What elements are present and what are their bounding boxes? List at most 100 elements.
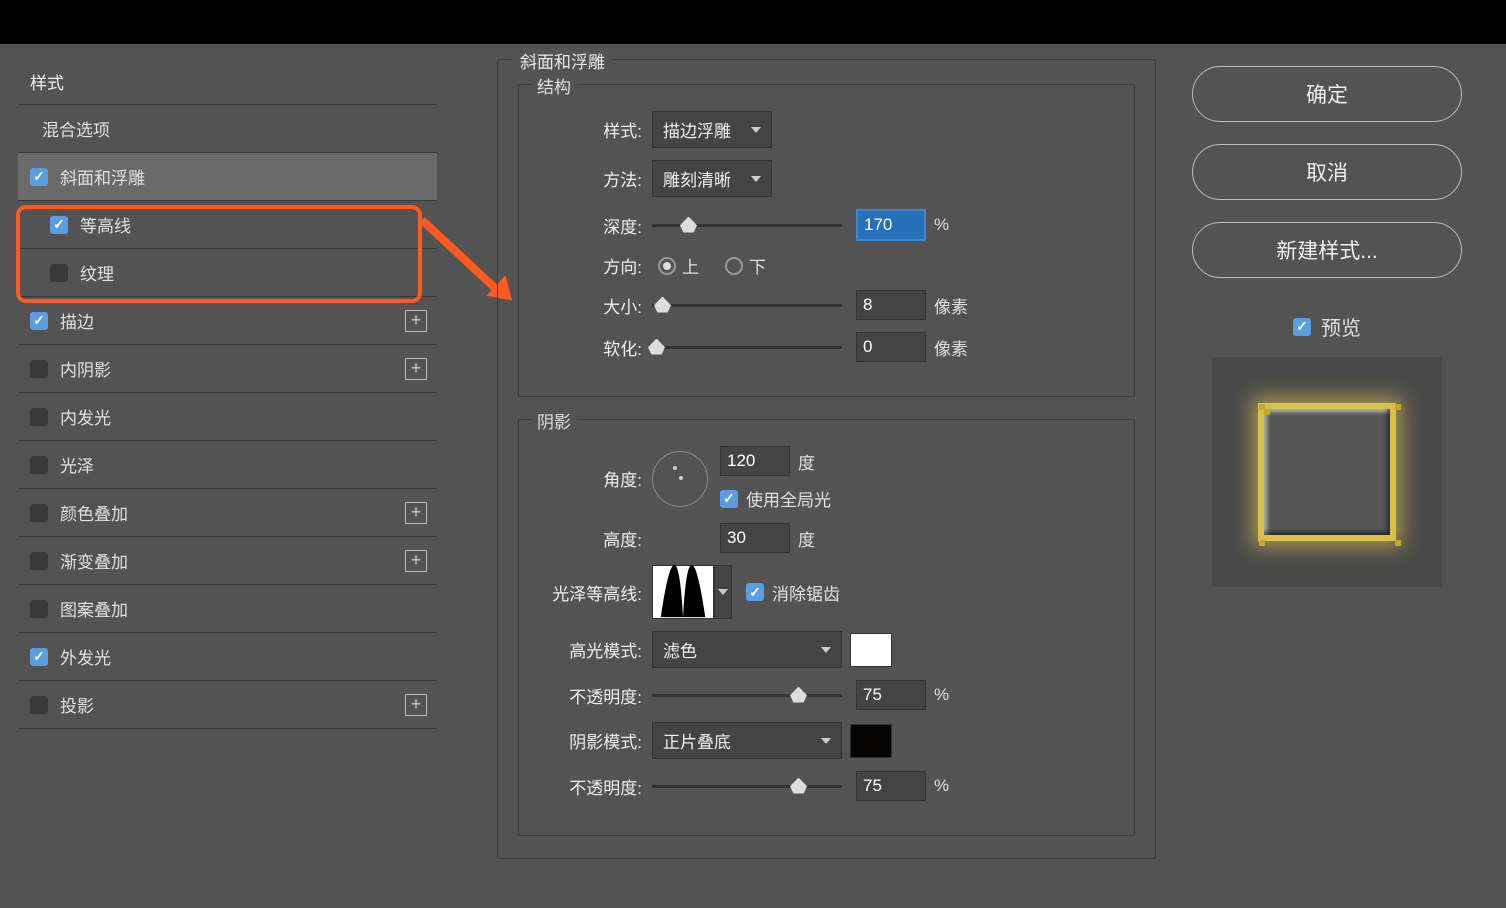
soften-input[interactable] <box>856 332 926 362</box>
style-item-label: 图案叠加 <box>60 596 128 621</box>
preview-thumbnail <box>1212 357 1442 587</box>
size-slider[interactable] <box>652 304 842 307</box>
direction-down-radio[interactable] <box>725 257 743 275</box>
add-effect-icon[interactable]: + <box>405 358 427 380</box>
style-item-label: 渐变叠加 <box>60 548 128 573</box>
style-item-0[interactable]: 混合选项 <box>18 105 437 153</box>
shadow-opacity-label: 不透明度: <box>537 774 652 799</box>
altitude-input[interactable] <box>720 523 790 553</box>
style-item-checkbox[interactable] <box>30 408 48 426</box>
highlight-opacity-input[interactable] <box>856 680 926 710</box>
shading-group: 阴影 角度: 度 使用全局光 <box>518 419 1135 836</box>
highlight-opacity-slider[interactable] <box>652 694 842 697</box>
style-item-label: 内阴影 <box>60 356 111 381</box>
style-item-1[interactable]: 斜面和浮雕 <box>18 153 437 201</box>
style-item-checkbox[interactable] <box>30 696 48 714</box>
soften-slider[interactable] <box>652 346 842 349</box>
shadow-color-swatch[interactable] <box>850 724 892 758</box>
style-item-checkbox[interactable] <box>30 504 48 522</box>
size-unit: 像素 <box>934 293 968 318</box>
style-label: 样式: <box>537 117 652 142</box>
preview-label: 预览 <box>1321 312 1361 341</box>
add-effect-icon[interactable]: + <box>405 694 427 716</box>
shading-legend: 阴影 <box>531 408 577 433</box>
style-item-8[interactable]: 颜色叠加 + <box>18 489 437 537</box>
shadow-opacity-input[interactable] <box>856 771 926 801</box>
dialog-buttons-panel: 确定 取消 新建样式... 预览 <box>1166 44 1506 908</box>
technique-dropdown[interactable]: 雕刻清晰 <box>652 160 772 197</box>
style-item-checkbox[interactable] <box>50 216 68 234</box>
angle-dial[interactable] <box>652 451 708 507</box>
style-dropdown[interactable]: 描边浮雕 <box>652 111 772 148</box>
direction-up-label: 上 <box>682 253 699 278</box>
gloss-contour-picker[interactable] <box>652 565 714 619</box>
angle-label: 角度: <box>537 466 652 491</box>
global-light-label: 使用全局光 <box>746 486 831 511</box>
antialias-label: 消除锯齿 <box>772 580 840 605</box>
highlight-opacity-unit: % <box>934 685 949 705</box>
style-item-checkbox[interactable] <box>30 648 48 666</box>
highlight-color-swatch[interactable] <box>850 633 892 667</box>
angle-unit: 度 <box>798 449 815 474</box>
soften-label: 软化: <box>537 335 652 360</box>
angle-input[interactable] <box>720 446 790 476</box>
style-item-label: 外发光 <box>60 644 111 669</box>
style-item-9[interactable]: 渐变叠加 + <box>18 537 437 585</box>
new-style-button[interactable]: 新建样式... <box>1192 222 1462 278</box>
highlight-mode-dropdown[interactable]: 滤色 <box>652 631 842 668</box>
direction-label: 方向: <box>537 253 652 278</box>
style-item-label: 投影 <box>60 692 94 717</box>
ok-button[interactable]: 确定 <box>1192 66 1462 122</box>
layer-style-dialog: 样式 混合选项斜面和浮雕等高线纹理描边+ 内阴影 + 内发光光泽颜色叠加 + 渐变叠加 + 图… <box>0 44 1506 908</box>
style-item-7[interactable]: 光泽 <box>18 441 437 489</box>
highlight-mode-label: 高光模式: <box>537 637 652 662</box>
style-item-5[interactable]: 内阴影 + <box>18 345 437 393</box>
style-item-label: 斜面和浮雕 <box>60 164 145 189</box>
styles-list-panel: 样式 混合选项斜面和浮雕等高线纹理描边+ 内阴影 + 内发光光泽颜色叠加 + 渐变叠加 + 图… <box>18 59 437 908</box>
style-item-label: 颜色叠加 <box>60 500 128 525</box>
style-item-checkbox[interactable] <box>30 312 48 330</box>
size-input[interactable] <box>856 290 926 320</box>
styles-header: 样式 <box>18 59 437 105</box>
altitude-label: 高度: <box>537 526 652 551</box>
size-label: 大小: <box>537 293 652 318</box>
style-item-11[interactable]: 外发光 <box>18 633 437 681</box>
bevel-emboss-settings: 斜面和浮雕 结构 样式: 描边浮雕 方法: 雕刻清晰 深度: % <box>437 44 1166 908</box>
cancel-button[interactable]: 取消 <box>1192 144 1462 200</box>
style-item-checkbox[interactable] <box>30 456 48 474</box>
direction-down-label: 下 <box>749 253 766 278</box>
style-item-10[interactable]: 图案叠加 <box>18 585 437 633</box>
style-item-label: 纹理 <box>80 260 114 285</box>
shadow-mode-dropdown[interactable]: 正片叠底 <box>652 722 842 759</box>
depth-input[interactable] <box>856 209 926 241</box>
depth-slider[interactable] <box>652 224 842 227</box>
add-effect-icon[interactable]: + <box>405 310 427 332</box>
style-item-6[interactable]: 内发光 <box>18 393 437 441</box>
preview-frame-graphic <box>1258 403 1396 541</box>
shadow-opacity-slider[interactable] <box>652 785 842 788</box>
style-item-label: 等高线 <box>80 212 131 237</box>
style-item-checkbox[interactable] <box>50 264 68 282</box>
preview-checkbox[interactable] <box>1293 318 1311 336</box>
style-item-checkbox[interactable] <box>30 168 48 186</box>
style-item-checkbox[interactable] <box>30 600 48 618</box>
shadow-mode-label: 阴影模式: <box>537 728 652 753</box>
add-effect-icon[interactable]: + <box>405 502 427 524</box>
style-item-4[interactable]: 描边+ <box>18 297 437 345</box>
gloss-contour-dropdown[interactable] <box>714 565 732 619</box>
antialias-checkbox[interactable] <box>746 583 764 601</box>
style-item-label: 光泽 <box>60 452 94 477</box>
technique-label: 方法: <box>537 166 652 191</box>
direction-up-radio[interactable] <box>658 257 676 275</box>
style-item-3[interactable]: 纹理 <box>18 249 437 297</box>
global-light-checkbox[interactable] <box>720 490 738 508</box>
style-item-label: 混合选项 <box>42 116 110 141</box>
gloss-contour-label: 光泽等高线: <box>537 580 652 605</box>
shadow-opacity-unit: % <box>934 776 949 796</box>
style-item-12[interactable]: 投影 + <box>18 681 437 729</box>
altitude-unit: 度 <box>798 526 815 551</box>
style-item-checkbox[interactable] <box>30 552 48 570</box>
add-effect-icon[interactable]: + <box>405 550 427 572</box>
style-item-checkbox[interactable] <box>30 360 48 378</box>
style-item-2[interactable]: 等高线 <box>18 201 437 249</box>
